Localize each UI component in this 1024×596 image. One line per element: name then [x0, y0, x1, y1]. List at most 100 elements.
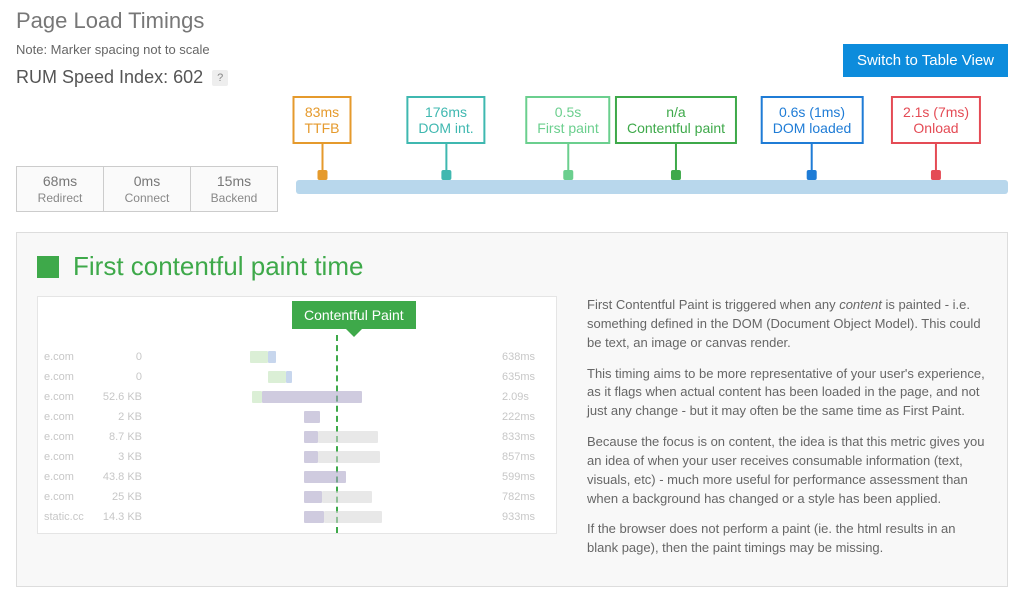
row-time: 222ms	[496, 411, 550, 423]
pre-timing-value: 68ms	[17, 173, 103, 189]
marker-value: 176ms	[418, 104, 473, 120]
row-track	[148, 391, 496, 403]
row-time: 833ms	[496, 431, 550, 443]
waterfall-row: e.com3 KB 857ms	[44, 447, 550, 467]
pre-timing-label: Connect	[104, 191, 190, 205]
row-size: 25 KB	[90, 491, 148, 503]
panel-title: First contentful paint time	[73, 251, 363, 282]
row-size: 0	[90, 351, 148, 363]
pre-timing-cell: 15ms Backend	[191, 167, 277, 211]
marker-stem	[935, 144, 937, 170]
row-track	[148, 471, 496, 483]
marker-knob-icon	[931, 170, 941, 180]
row-size: 14.3 KB	[90, 511, 148, 523]
timeline: 68ms Redirect0ms Connect15ms Backend 83msTT…	[16, 96, 1008, 216]
row-time: 599ms	[496, 471, 550, 483]
row-time: 2.09s	[496, 391, 550, 403]
row-domain: e.com	[44, 471, 90, 483]
description-paragraph: If the browser does not perform a paint …	[587, 520, 987, 558]
timeline-marker[interactable]: 176msDOM int.	[406, 96, 485, 180]
marker-label: DOM int.	[418, 120, 473, 136]
marker-stem	[321, 144, 323, 170]
marker-stem	[445, 144, 447, 170]
timeline-marker[interactable]: 0.6s (1ms)DOM loaded	[761, 96, 864, 180]
row-domain: e.com	[44, 411, 90, 423]
row-track	[148, 411, 496, 423]
marker-knob-icon	[807, 170, 817, 180]
marker-value: 2.1s (7ms)	[903, 104, 969, 120]
waterfall-row: static.cc14.3 KB933ms	[44, 507, 550, 527]
marker-value: 0.6s (1ms)	[773, 104, 852, 120]
timeline-marker[interactable]: 0.5sFirst paint	[525, 96, 610, 180]
row-domain: e.com	[44, 491, 90, 503]
help-icon[interactable]: ?	[212, 70, 228, 86]
waterfall-row: e.com0 635ms	[44, 367, 550, 387]
description-paragraph: Because the focus is on content, the ide…	[587, 433, 987, 508]
row-size: 2 KB	[90, 411, 148, 423]
row-size: 0	[90, 371, 148, 383]
description-text: First Contentful Paint is triggered when…	[587, 296, 987, 570]
timeline-bar	[296, 180, 1008, 194]
waterfall-row: e.com52.6 KB 2.09s	[44, 387, 550, 407]
marker-label: First paint	[537, 120, 598, 136]
row-domain: static.cc	[44, 511, 90, 523]
row-time: 638ms	[496, 351, 550, 363]
timeline-marker[interactable]: n/aContentful paint	[615, 96, 737, 180]
row-size: 3 KB	[90, 451, 148, 463]
marker-value: n/a	[627, 104, 725, 120]
row-track	[148, 351, 496, 363]
contentful-paint-flag: Contentful Paint	[292, 301, 416, 337]
row-track	[148, 431, 496, 443]
row-size: 52.6 KB	[90, 391, 148, 403]
pre-timing-value: 0ms	[104, 173, 190, 189]
marker-knob-icon	[441, 170, 451, 180]
row-size: 8.7 KB	[90, 431, 148, 443]
pre-timing-value: 15ms	[191, 173, 277, 189]
row-time: 635ms	[496, 371, 550, 383]
waterfall-row: e.com0 638ms	[44, 347, 550, 367]
pre-timing-label: Redirect	[17, 191, 103, 205]
row-track	[148, 491, 496, 503]
waterfall-row: e.com2 KB 222ms	[44, 407, 550, 427]
row-time: 857ms	[496, 451, 550, 463]
row-time: 782ms	[496, 491, 550, 503]
marker-label: Onload	[903, 120, 969, 136]
waterfall-row: e.com8.7 KB833ms	[44, 427, 550, 447]
pre-timing-cell: 0ms Connect	[104, 167, 191, 211]
row-domain: e.com	[44, 371, 90, 383]
waterfall-row: e.com43.8 KB 599ms	[44, 467, 550, 487]
description-paragraph: This timing aims to be more representati…	[587, 365, 987, 422]
marker-stem	[675, 144, 677, 170]
marker-knob-icon	[671, 170, 681, 180]
row-domain: e.com	[44, 391, 90, 403]
row-track	[148, 511, 496, 523]
rum-value: 602	[173, 67, 203, 87]
row-size: 43.8 KB	[90, 471, 148, 483]
marker-stem	[567, 144, 569, 170]
waterfall-chart: Contentful Paint e.com0638mse.com0635mse…	[37, 296, 557, 534]
marker-knob-icon	[563, 170, 573, 180]
row-track	[148, 371, 496, 383]
page-title: Page Load Timings	[16, 8, 1008, 34]
panel-color-swatch	[37, 256, 59, 278]
detail-panel: First contentful paint time Contentful P…	[16, 232, 1008, 587]
pre-timing-cell: 68ms Redirect	[17, 167, 104, 211]
marker-stem	[811, 144, 813, 170]
row-domain: e.com	[44, 351, 90, 363]
waterfall-row: e.com25 KB 782ms	[44, 487, 550, 507]
timeline-marker[interactable]: 2.1s (7ms)Onload	[891, 96, 981, 180]
marker-knob-icon	[317, 170, 327, 180]
timeline-marker[interactable]: 83msTTFB	[293, 96, 352, 180]
flag-pointer-icon	[346, 329, 362, 337]
switch-view-button[interactable]: Switch to Table View	[843, 44, 1008, 77]
marker-label: TTFB	[305, 120, 340, 136]
rum-label: RUM Speed Index:	[16, 67, 173, 87]
row-track	[148, 451, 496, 463]
pre-timing-label: Backend	[191, 191, 277, 205]
marker-label: DOM loaded	[773, 120, 852, 136]
marker-value: 0.5s	[537, 104, 598, 120]
marker-label: Contentful paint	[627, 120, 725, 136]
row-domain: e.com	[44, 451, 90, 463]
description-paragraph: First Contentful Paint is triggered when…	[587, 296, 987, 353]
flag-label: Contentful Paint	[292, 301, 416, 329]
